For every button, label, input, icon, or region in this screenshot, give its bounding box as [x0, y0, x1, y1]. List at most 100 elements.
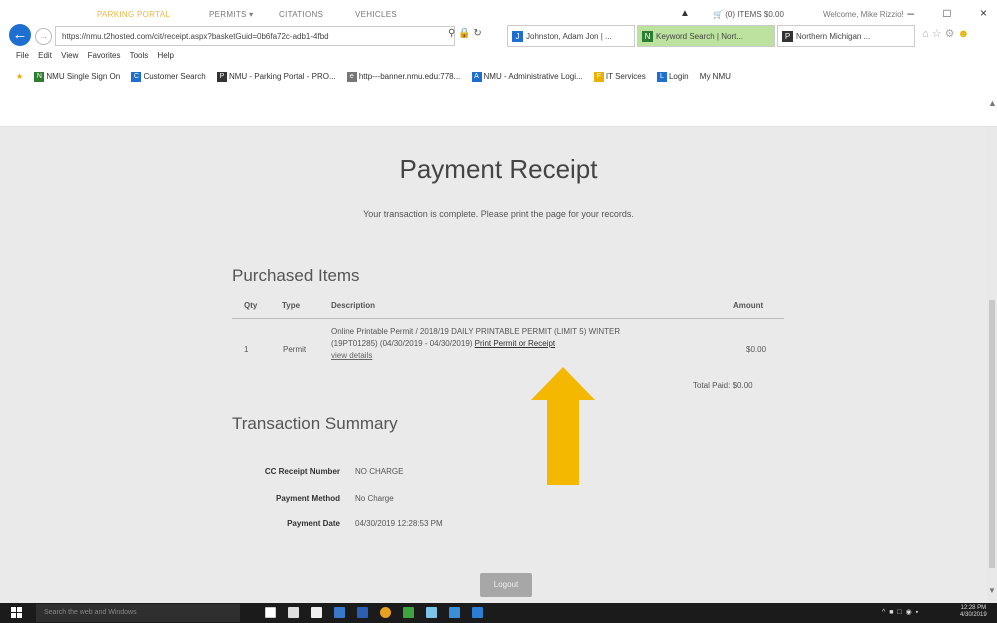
star-icon[interactable]: ☆	[932, 28, 942, 40]
chrome-icon[interactable]	[380, 607, 391, 618]
row-qty: 1	[244, 345, 249, 354]
favorites-bar: ★ N NMU Single Sign On C Customer Search P…	[16, 69, 991, 85]
word-icon[interactable]	[357, 607, 368, 618]
bell-icon[interactable]: ▲	[680, 8, 690, 19]
refresh-icon[interactable]: ↻	[473, 28, 481, 39]
browser-tab-active[interactable]: N Keyword Search | Nort...	[637, 25, 775, 47]
column-header-description: Description	[331, 301, 376, 310]
minimize-button[interactable]: –	[907, 6, 914, 20]
menu-tools[interactable]: Tools	[130, 51, 149, 60]
row-description: Online Printable Permit / 2018/19 DAILY …	[331, 326, 723, 362]
print-permit-link[interactable]: Print Permit or Receipt	[475, 339, 555, 348]
file-explorer-icon[interactable]	[288, 607, 299, 618]
taskbar-clock[interactable]: 12:28 PM 4/30/2019	[960, 605, 987, 619]
parking-favicon-icon: P	[782, 31, 793, 43]
outlook-icon[interactable]	[334, 607, 345, 618]
menu-view[interactable]: View	[61, 51, 78, 60]
excel-icon[interactable]	[403, 607, 414, 618]
up-arrow-annotation-icon	[531, 367, 595, 485]
logout-button[interactable]: Logout	[480, 573, 532, 597]
column-header-qty: Qty	[244, 301, 258, 310]
browser-icon[interactable]	[472, 607, 483, 618]
address-bar[interactable]: https://nmu.t2hosted.com/cit/receipt.asp…	[55, 26, 455, 46]
edge-icon[interactable]	[426, 607, 437, 618]
site-icon: C	[131, 71, 142, 82]
system-tray-icons[interactable]: ^ ■ □ ◉ ▪	[882, 608, 919, 616]
smiley-icon[interactable]: ☻	[958, 28, 970, 40]
nav-citations[interactable]: CITATIONS	[279, 10, 323, 19]
maximize-button[interactable]: □	[943, 6, 950, 20]
cart-link[interactable]: 🛒 (0) ITEMS $0.00	[713, 10, 784, 19]
page-title: Payment Receipt	[399, 154, 598, 184]
nav-vehicles[interactable]: VEHICLES	[355, 10, 397, 19]
scroll-down-icon[interactable]: ▼	[988, 586, 996, 595]
task-view-icon[interactable]	[265, 607, 276, 618]
favorite-link[interactable]: N NMU Single Sign On	[34, 69, 120, 85]
menu-file[interactable]: File	[16, 51, 29, 60]
taskbar-search-input[interactable]: Search the web and Windows	[36, 604, 240, 622]
address-actions: ⚲ 🔒 ↻	[448, 28, 482, 39]
ie-icon[interactable]	[449, 607, 460, 618]
browser-toolbar-icons: ⌂ ☆ ⚙ ☻	[922, 27, 969, 40]
welcome-user[interactable]: Welcome, Mike Rizzio!	[823, 10, 904, 19]
admin-icon: A	[471, 71, 482, 82]
tab-label: Northern Michigan ...	[796, 32, 871, 41]
column-header-amount: Amount	[733, 301, 764, 310]
login-icon: L	[656, 71, 667, 82]
browser-tab[interactable]: P Northern Michigan ...	[777, 25, 915, 47]
nav-permits[interactable]: PERMITS ▾	[209, 10, 254, 19]
lock-icon[interactable]: 🔒	[458, 28, 470, 39]
folder-icon: F	[593, 71, 604, 82]
close-button[interactable]: ×	[980, 6, 987, 20]
page-icon: e	[346, 71, 357, 82]
favorite-link[interactable]: L Login	[656, 69, 689, 85]
parking-icon: P	[216, 71, 227, 82]
view-details-link[interactable]: view details	[331, 351, 372, 360]
favorite-link[interactable]: C Customer Search	[131, 69, 206, 85]
nav-parking-portal[interactable]: PARKING PORTAL	[97, 10, 170, 19]
nmu-icon: N	[34, 71, 45, 82]
home-icon[interactable]: ⌂	[922, 28, 929, 40]
nmu-favicon-icon: N	[642, 31, 653, 43]
row-type: Permit	[283, 345, 307, 354]
scrollbar-thumb[interactable]	[989, 300, 995, 568]
summary-label: CC Receipt Number	[264, 467, 340, 476]
transaction-summary-heading: Transaction Summary	[232, 414, 398, 433]
page-subtitle: Your transaction is complete. Please pri…	[363, 209, 634, 219]
gear-icon[interactable]: ⚙	[945, 28, 955, 40]
menu-bar: File Edit View Favorites Tools Help	[16, 51, 181, 60]
favorite-link[interactable]: A NMU - Administrative Logi...	[471, 69, 583, 85]
tab-label: Keyword Search | Nort...	[656, 32, 743, 41]
summary-value: No Charge	[355, 494, 394, 503]
cart-icon: 🛒	[713, 10, 723, 19]
summary-value: 04/30/2019 12:28:53 PM	[355, 519, 443, 528]
total-paid: Total Paid: $0.00	[693, 381, 753, 390]
favorite-link[interactable]: e http---banner.nmu.edu:778...	[346, 69, 460, 85]
clock-date: 4/30/2019	[960, 612, 987, 618]
menu-edit[interactable]: Edit	[38, 51, 52, 60]
menu-favorites[interactable]: Favorites	[88, 51, 121, 60]
clock-time: 12:28 PM	[960, 605, 987, 611]
menu-help[interactable]: Help	[158, 51, 174, 60]
search-icon[interactable]: ⚲	[448, 28, 455, 39]
summary-label: Payment Method	[275, 494, 340, 503]
windows-start-icon[interactable]	[11, 607, 23, 619]
forward-arrow-icon[interactable]: →	[35, 28, 52, 45]
scroll-up-icon[interactable]: ▲	[988, 98, 997, 108]
summary-label: Payment Date	[287, 519, 340, 528]
favorite-link[interactable]: My NMU	[700, 69, 731, 85]
back-arrow-icon[interactable]: ←	[9, 24, 31, 46]
site-favicon-icon: J	[512, 31, 523, 43]
store-icon[interactable]	[311, 607, 322, 618]
tab-label: Johnston, Adam Jon | ...	[526, 32, 612, 41]
description-dates: (19PT01285) (04/30/2019 - 04/30/2019)	[331, 339, 473, 348]
site-navbar	[0, 96, 997, 127]
column-header-type: Type	[282, 301, 301, 310]
cart-summary: (0) ITEMS $0.00	[725, 10, 784, 19]
table-divider	[232, 318, 784, 319]
favorite-link[interactable]: P NMU - Parking Portal - PRO...	[216, 69, 336, 85]
row-amount: $0.00	[746, 345, 767, 354]
favorite-link[interactable]: F IT Services	[593, 69, 646, 85]
browser-tab[interactable]: J Johnston, Adam Jon | ...	[507, 25, 635, 47]
summary-value: NO CHARGE	[355, 467, 404, 476]
